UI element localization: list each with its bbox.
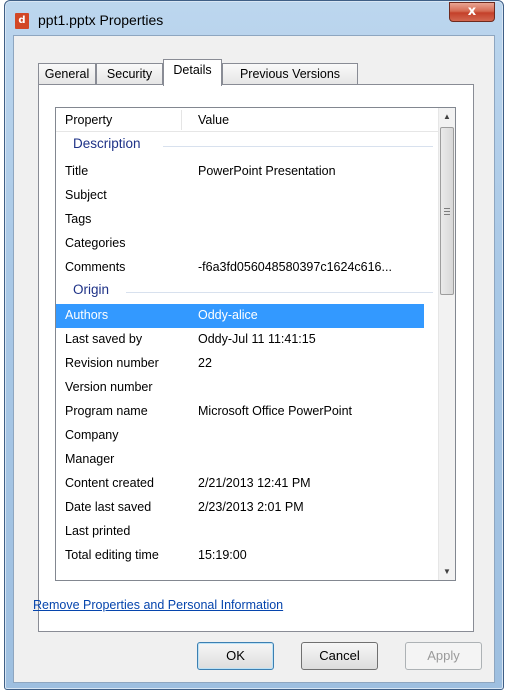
tab-security[interactable]: Security xyxy=(96,63,163,85)
property-name: Date last saved xyxy=(65,500,152,514)
remove-properties-link[interactable]: Remove Properties and Personal Informati… xyxy=(33,598,283,612)
property-name: Subject xyxy=(65,188,107,202)
close-button[interactable]: x xyxy=(449,2,495,22)
property-name: Last saved by xyxy=(65,332,143,346)
powerpoint-file-icon: d xyxy=(15,13,29,29)
property-name: Categories xyxy=(65,236,126,250)
properties-dialog: d ppt1.pptx Properties x General Securit… xyxy=(4,0,504,690)
property-name: Content created xyxy=(65,476,154,490)
property-name: Tags xyxy=(65,212,92,226)
list-item[interactable]: Manager xyxy=(56,448,424,472)
property-value: 2/23/2013 2:01 PM xyxy=(198,500,304,514)
grip-line xyxy=(444,208,450,209)
tab-details[interactable]: Details xyxy=(163,59,222,86)
properties-list[interactable]: Property Value Description Title PowerPoi… xyxy=(55,107,456,581)
property-name: Total editing time xyxy=(65,548,159,562)
property-name: Comments xyxy=(65,260,126,274)
list-item[interactable]: Content created 2/21/2013 12:41 PM xyxy=(56,472,424,496)
list-item[interactable]: Tags xyxy=(56,208,424,232)
list-item-selected[interactable]: Authors Oddy-alice xyxy=(56,304,424,328)
apply-button[interactable]: Apply xyxy=(405,642,482,670)
column-divider[interactable] xyxy=(181,110,182,130)
group-header-origin: Origin xyxy=(73,282,110,297)
group-divider xyxy=(163,146,433,147)
list-item[interactable]: Categories xyxy=(56,232,424,256)
list-item[interactable]: Company xyxy=(56,424,424,448)
property-name: Program name xyxy=(65,404,148,418)
list-item[interactable]: Comments -f6a3fd056048580397c1624c616... xyxy=(56,256,424,280)
property-value: -f6a3fd056048580397c1624c616... xyxy=(198,260,392,274)
grip-line xyxy=(444,211,450,212)
property-name: Version number xyxy=(65,380,153,394)
grip-line xyxy=(444,214,450,215)
property-name: Title xyxy=(65,164,89,178)
cancel-button[interactable]: Cancel xyxy=(301,642,378,670)
scroll-up-arrow-icon[interactable]: ▲ xyxy=(439,108,455,125)
dialog-client-area: General Security Details Previous Versio… xyxy=(13,35,495,683)
property-value: 15:19:00 xyxy=(198,548,247,562)
property-name: Authors xyxy=(65,308,109,322)
list-item[interactable]: Revision number 22 xyxy=(56,352,424,376)
scroll-down-arrow-icon[interactable]: ▼ xyxy=(439,563,455,580)
property-value: 22 xyxy=(198,356,212,370)
list-item[interactable]: Subject xyxy=(56,184,424,208)
ok-button[interactable]: OK xyxy=(197,642,274,670)
property-value: 2/21/2013 12:41 PM xyxy=(198,476,311,490)
list-item[interactable]: Total editing time 15:19:00 xyxy=(56,544,424,568)
property-value: Oddy-Jul 11 11:41:15 xyxy=(198,332,316,346)
column-header-property[interactable]: Property xyxy=(65,113,112,127)
list-header: Property Value xyxy=(56,108,440,132)
scrollbar-thumb[interactable] xyxy=(440,127,454,295)
group-header-description: Description xyxy=(73,136,141,151)
title-bar[interactable]: d ppt1.pptx Properties x xyxy=(5,1,503,35)
property-value: PowerPoint Presentation xyxy=(198,164,336,178)
vertical-scrollbar[interactable]: ▲ ▼ xyxy=(438,108,455,580)
list-item[interactable]: Last printed xyxy=(56,520,424,544)
property-name: Manager xyxy=(65,452,115,466)
window-title: ppt1.pptx Properties xyxy=(38,12,164,28)
property-value: Oddy-alice xyxy=(198,308,258,322)
group-divider xyxy=(126,292,433,293)
property-name: Last printed xyxy=(65,524,131,538)
column-header-value[interactable]: Value xyxy=(198,113,229,127)
tab-general[interactable]: General xyxy=(38,63,96,85)
tab-previous-versions[interactable]: Previous Versions xyxy=(222,63,358,85)
list-item[interactable]: Title PowerPoint Presentation xyxy=(56,160,424,184)
property-name: Company xyxy=(65,428,119,442)
list-item[interactable]: Last saved by Oddy-Jul 11 11:41:15 xyxy=(56,328,424,352)
list-item[interactable]: Date last saved 2/23/2013 2:01 PM xyxy=(56,496,424,520)
list-item[interactable]: Program name Microsoft Office PowerPoint xyxy=(56,400,424,424)
property-value: Microsoft Office PowerPoint xyxy=(198,404,352,418)
details-tab-panel: Property Value Description Title PowerPoi… xyxy=(38,84,474,632)
property-name: Revision number xyxy=(65,356,159,370)
list-item[interactable]: Version number xyxy=(56,376,424,400)
